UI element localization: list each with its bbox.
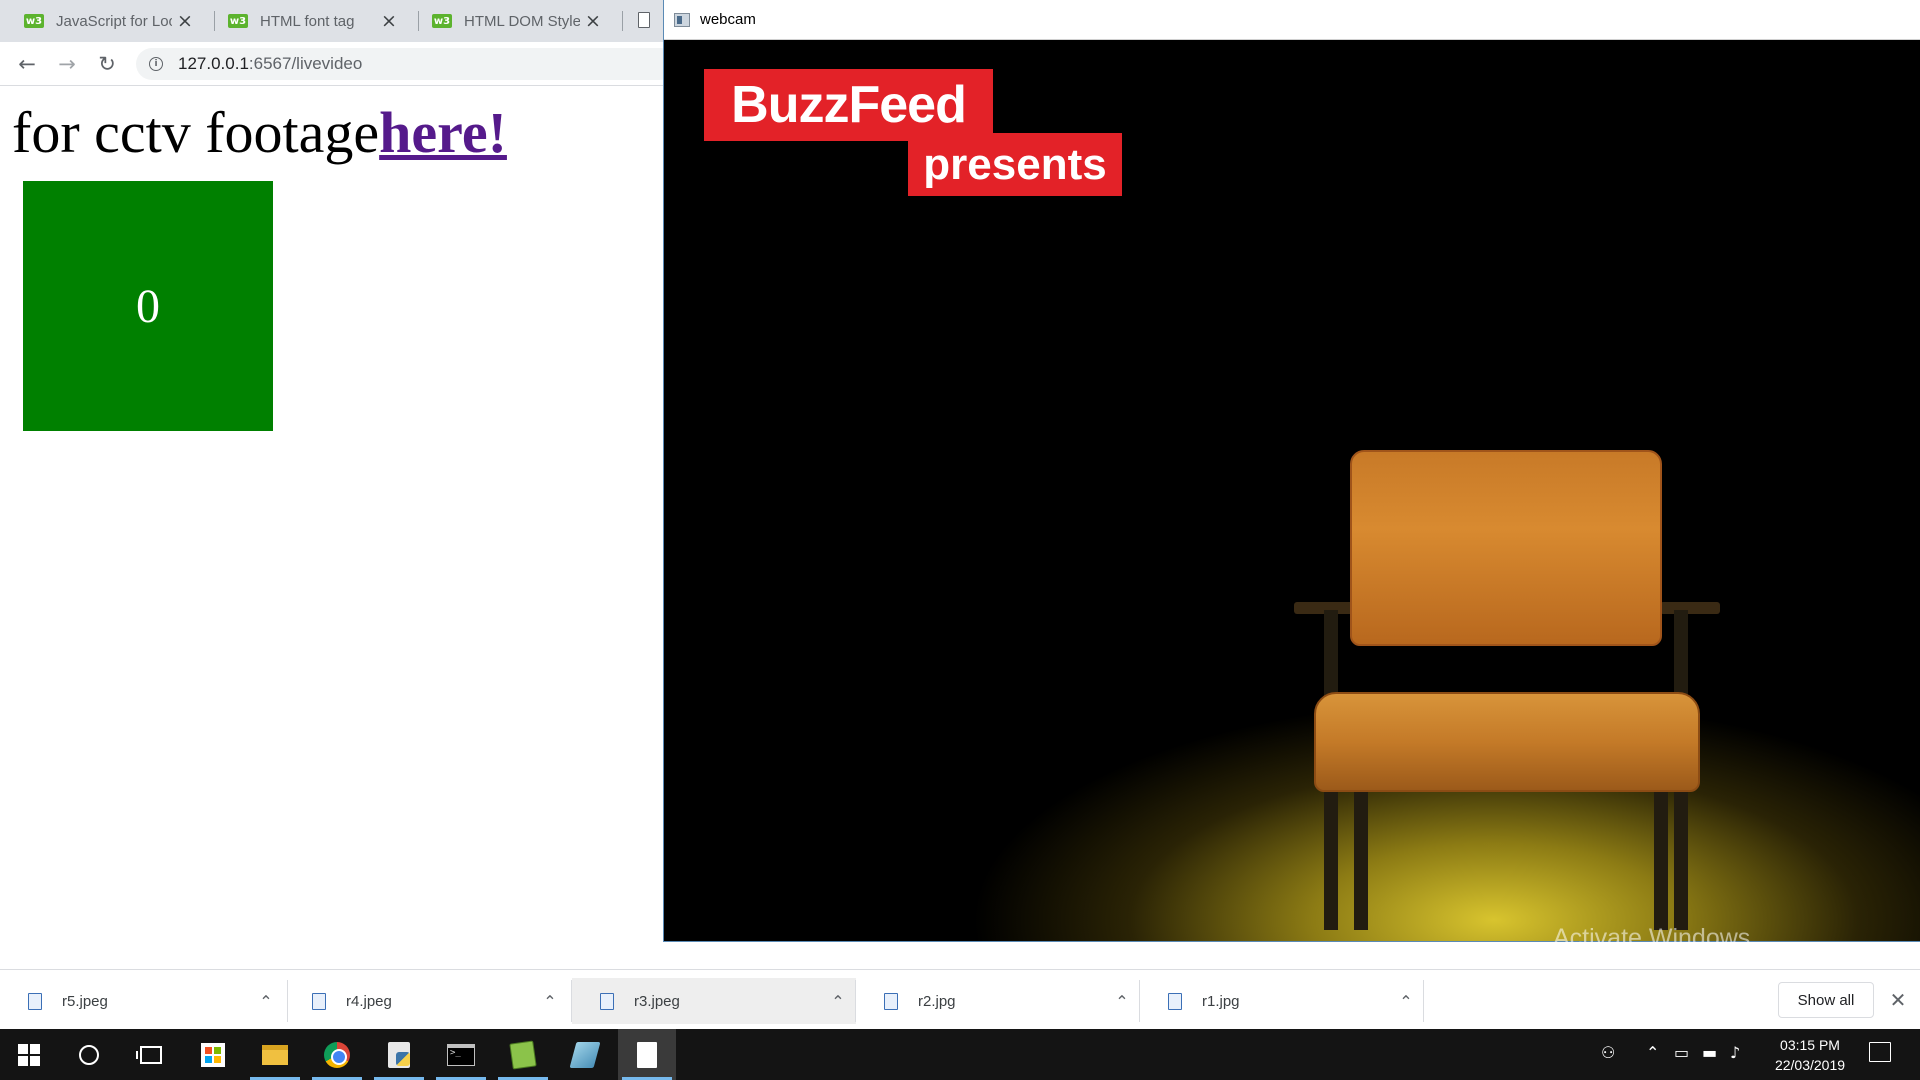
- download-filename: r4.jpeg: [346, 992, 392, 1010]
- command-prompt-icon[interactable]: >_: [432, 1029, 490, 1080]
- show-all-button[interactable]: Show all: [1778, 982, 1874, 1018]
- address-bar[interactable]: i 127.0.0.1:6567/livevideo: [136, 48, 676, 80]
- download-item[interactable]: r1.jpg ⌃: [1140, 978, 1424, 1024]
- chevron-up-icon[interactable]: ⌃: [532, 992, 568, 1011]
- volume-icon[interactable]: ♪: [1730, 1043, 1740, 1062]
- tab-divider: [622, 11, 623, 31]
- chevron-up-icon[interactable]: ⌃: [820, 992, 856, 1011]
- webcam-window-title: webcam: [700, 11, 756, 28]
- back-arrow-icon[interactable]: ←: [13, 50, 41, 78]
- w3schools-favicon-icon: w3: [228, 14, 248, 28]
- pen-app-icon[interactable]: [556, 1029, 614, 1080]
- download-filename: r5.jpeg: [62, 992, 108, 1010]
- chevron-up-icon[interactable]: ⌃: [1388, 992, 1424, 1011]
- battery-icon[interactable]: ▬: [1702, 1043, 1717, 1062]
- close-icon[interactable]: ✕: [1884, 986, 1912, 1014]
- file-explorer-icon[interactable]: [246, 1029, 304, 1080]
- url-path: :6567/livevideo: [248, 54, 363, 73]
- download-item[interactable]: r5.jpeg ⌃: [0, 978, 284, 1024]
- download-divider: [1423, 980, 1424, 1022]
- w3schools-favicon-icon: w3: [432, 14, 452, 28]
- download-filename: r2.jpg: [918, 992, 956, 1010]
- download-filename: r1.jpg: [1202, 992, 1240, 1010]
- url-host: 127.0.0.1: [178, 54, 249, 73]
- task-view-icon[interactable]: [122, 1029, 180, 1080]
- webcam-window: webcam BuzzFeed presents: [663, 0, 1920, 942]
- tab-close-icon[interactable]: ×: [584, 10, 602, 32]
- python-file-icon[interactable]: [370, 1029, 428, 1080]
- cortana-search-icon[interactable]: [60, 1029, 118, 1080]
- watermark-line-1: Activate Windows: [1553, 924, 1751, 952]
- forward-arrow-icon[interactable]: →: [53, 50, 81, 78]
- download-item[interactable]: r3.jpeg ⌃: [572, 978, 856, 1024]
- site-info-icon[interactable]: i: [149, 57, 163, 71]
- system-clock[interactable]: 03:15 PM 22/03/2019: [1760, 1035, 1860, 1075]
- chrome-icon[interactable]: [308, 1029, 366, 1080]
- presents-banner: presents: [908, 133, 1122, 196]
- heading-link[interactable]: here!: [379, 100, 507, 165]
- page-heading: for cctv footagehere!: [12, 99, 507, 166]
- chair-leg: [1654, 780, 1668, 930]
- windows-start-icon[interactable]: [0, 1029, 58, 1080]
- tab-close-icon[interactable]: ×: [380, 10, 398, 32]
- tab-title: HTML font tag: [260, 12, 355, 30]
- store-icon[interactable]: [184, 1029, 242, 1080]
- image-file-icon: [884, 992, 898, 1010]
- browser-toolbar: ← → ↻ i 127.0.0.1:6567/livevideo: [0, 42, 676, 86]
- tab-html-dom-style[interactable]: w3 HTML DOM Style ×: [408, 0, 612, 42]
- image-file-icon: [600, 992, 614, 1010]
- buzzfeed-logo: BuzzFeed: [704, 69, 993, 141]
- chevron-up-icon[interactable]: ⌃: [1104, 992, 1140, 1011]
- w3schools-favicon-icon: w3: [24, 14, 44, 28]
- window-app-icon: [674, 12, 690, 27]
- address-url: 127.0.0.1:6567/livevideo: [178, 54, 362, 74]
- tab-html-font-tag[interactable]: w3 HTML font tag ×: [204, 0, 408, 42]
- tab-document-icon[interactable]: [638, 12, 650, 28]
- download-shelf: r5.jpeg ⌃ r4.jpeg ⌃ r3.jpeg ⌃ r2.jpg ⌃ r…: [0, 969, 1920, 1029]
- chair-arm: [1660, 602, 1720, 614]
- network-icon[interactable]: ▭: [1674, 1043, 1689, 1062]
- browser-tab-strip: w3 JavaScript for Loop × w3 HTML font ta…: [0, 0, 663, 42]
- chair-leg: [1354, 780, 1368, 930]
- chair-image: [1254, 450, 1720, 940]
- blank-document-icon[interactable]: [618, 1029, 676, 1080]
- chair-back: [1350, 450, 1662, 646]
- image-file-icon: [1168, 992, 1182, 1010]
- image-file-icon: [312, 992, 326, 1010]
- tab-close-icon[interactable]: ×: [176, 10, 194, 32]
- tab-title: JavaScript for Loop: [56, 12, 172, 30]
- clock-date: 22/03/2019: [1774, 1057, 1846, 1073]
- heading-text: for cctv footage: [12, 100, 380, 165]
- chevron-up-icon[interactable]: ⌃: [248, 992, 284, 1011]
- people-icon[interactable]: ⚇: [1601, 1043, 1615, 1062]
- image-file-icon: [28, 992, 42, 1010]
- download-item[interactable]: r2.jpg ⌃: [856, 978, 1140, 1024]
- reload-icon[interactable]: ↻: [93, 50, 121, 78]
- notepadpp-icon[interactable]: [494, 1029, 552, 1080]
- windows-taskbar: >_ ⚇ ⌃ ▭ ▬ ♪ 03:15 PM 22/03/2019: [0, 1029, 1920, 1080]
- webcam-video-frame: BuzzFeed presents: [664, 40, 1920, 941]
- webcam-titlebar[interactable]: webcam: [664, 0, 1920, 40]
- clock-time: 03:15 PM: [1780, 1037, 1840, 1053]
- download-filename: r3.jpeg: [634, 992, 680, 1010]
- page-viewport: for cctv footagehere! 0: [0, 87, 663, 969]
- download-item[interactable]: r4.jpeg ⌃: [284, 978, 568, 1024]
- chair-seat: [1314, 692, 1700, 792]
- tab-title: HTML DOM Style: [464, 12, 580, 30]
- counter-value: 0: [136, 279, 160, 333]
- chevron-up-icon[interactable]: ⌃: [1646, 1043, 1659, 1062]
- counter-box: 0: [23, 181, 273, 431]
- notification-center-icon[interactable]: [1869, 1042, 1891, 1062]
- tab-javascript-for-loop[interactable]: w3 JavaScript for Loop ×: [0, 0, 204, 42]
